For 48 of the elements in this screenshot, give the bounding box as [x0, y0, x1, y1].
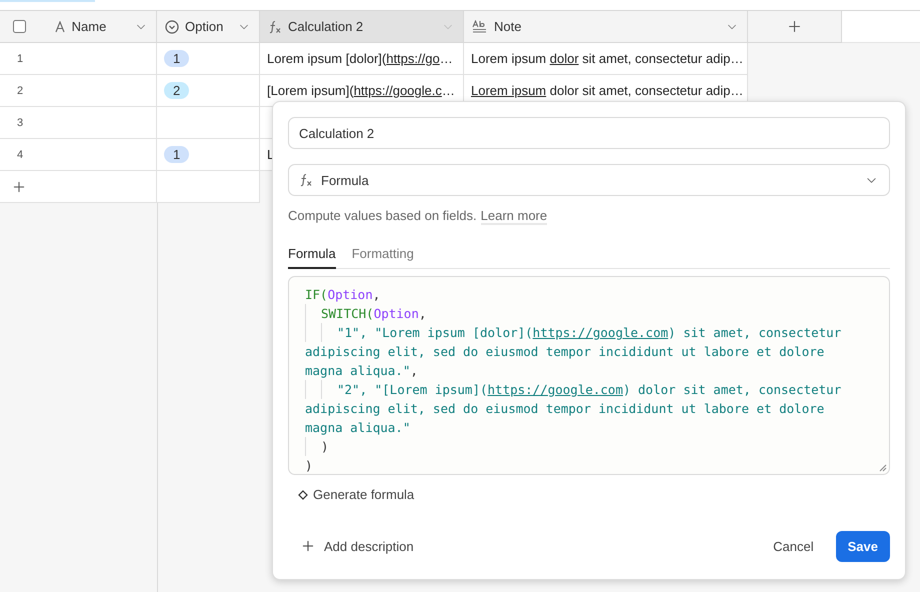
code-line: SWITCH(Option, — [305, 304, 873, 323]
column-header[interactable]: Calculation 2 — [260, 11, 464, 43]
link[interactable]: Lorem ipsum — [471, 83, 546, 98]
link[interactable]: https://go — [386, 51, 440, 66]
column-header[interactable]: Name — [0, 11, 157, 43]
resize-handle-icon[interactable] — [879, 464, 887, 472]
code-line: "1", "Lorem ipsum [dolor](https://google.com) sit amet, consectetur — [305, 323, 873, 342]
sparkle-icon — [298, 490, 308, 500]
tab[interactable]: Formatting — [352, 241, 414, 269]
code-line: adipiscing elit, sed do eiusmod tempor incididunt ut labore et dolore — [305, 400, 826, 418]
help-text: Compute values based on fields. — [288, 208, 477, 225]
save-button[interactable]: Save — [836, 530, 890, 562]
link[interactable]: https://google.c — [354, 83, 442, 98]
tab[interactable]: Formula — [288, 241, 336, 269]
option-tag: 2 — [164, 82, 190, 99]
option-tag: 1 — [164, 50, 190, 67]
row-number-cell: 1 — [0, 43, 157, 75]
column-header[interactable]: Note — [464, 11, 748, 43]
row-number-cell: 4 — [0, 139, 157, 171]
formula-icon — [268, 20, 282, 34]
code-line: ) — [305, 457, 314, 475]
checkbox[interactable] — [13, 20, 26, 33]
chevron-circle-icon — [165, 20, 179, 34]
table-cell: Lorem ipsum dolor sit amet, consectetur adip… — [464, 43, 748, 75]
formula-editor[interactable] — [288, 276, 890, 475]
code-line: "2", "[Lorem ipsum](https://google.com) dolor sit amet, consectetur — [305, 380, 873, 399]
field-name-input[interactable]: Calculation 2 — [288, 117, 890, 149]
long-text-icon — [472, 20, 488, 33]
plus-icon — [300, 538, 316, 554]
row-number-cell: 3 — [0, 107, 157, 139]
add-description-button[interactable]: Add description — [288, 534, 426, 558]
code-line: IF(Option, — [305, 286, 382, 304]
option-tag: 1 — [164, 146, 190, 163]
field-type-select[interactable]: Formula — [288, 164, 890, 196]
code-line: ) — [305, 437, 873, 456]
cancel-button[interactable]: Cancel — [761, 532, 826, 560]
row-number-cell: 2 — [0, 75, 157, 107]
column-header[interactable]: Option — [157, 11, 260, 43]
link[interactable]: dolor — [550, 51, 579, 66]
generate-formula-button[interactable]: Generate formula — [288, 485, 424, 504]
formula-icon — [299, 173, 313, 187]
table-cell: Lorem ipsum [dolor](https://go… — [260, 43, 464, 75]
code-line: adipiscing elit, sed do eiusmod tempor incididunt ut labore et dolore — [305, 343, 826, 361]
learn-more-link[interactable]: Learn more — [480, 208, 548, 225]
code-line: magna aliqua." — [305, 419, 412, 437]
code-line: magna aliqua.", — [305, 362, 419, 380]
add-column-icon[interactable] — [786, 18, 803, 35]
text-type-icon — [54, 20, 66, 32]
